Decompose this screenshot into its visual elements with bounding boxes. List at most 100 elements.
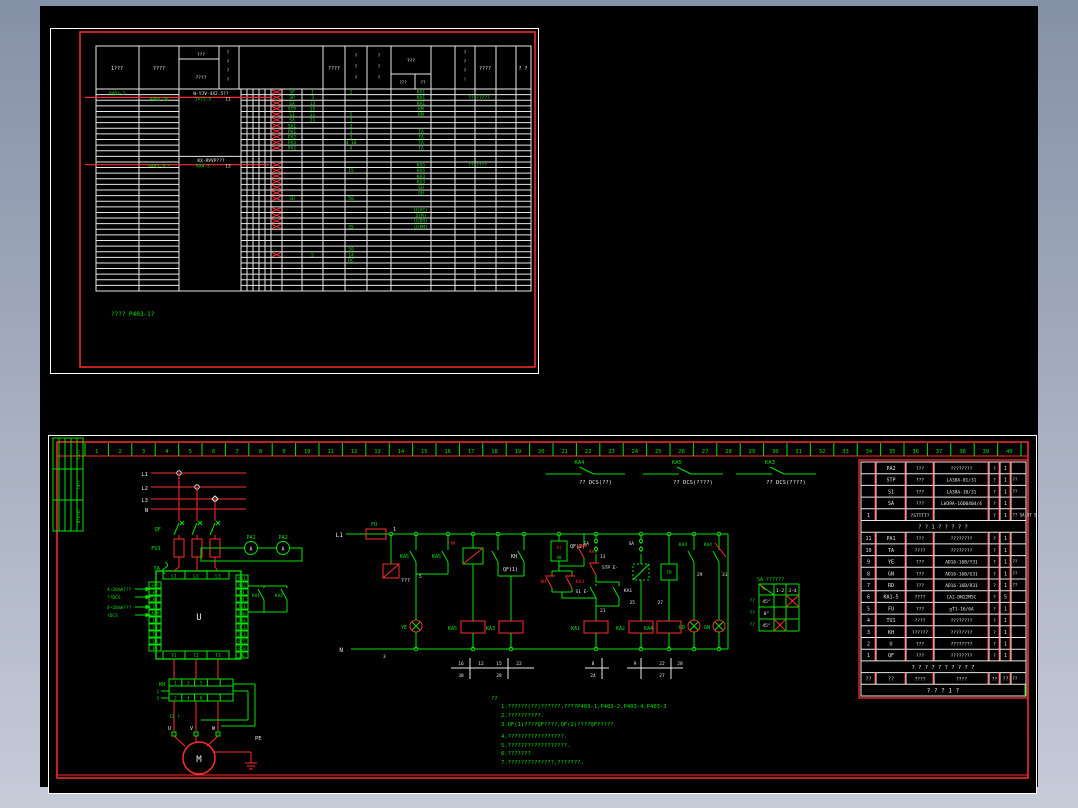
label-note: ?? DCS(????) — [766, 480, 806, 486]
label-name: ???? — [915, 618, 926, 624]
label-fu: FU1 — [151, 546, 161, 552]
label-1: ?4?? — [76, 480, 81, 490]
label-name: ?STTTT? — [911, 513, 930, 519]
label-0: 45° — [762, 599, 770, 605]
cad-line — [579, 466, 594, 475]
label-sym: S1 — [888, 489, 894, 495]
label-0: C1?? — [76, 449, 81, 459]
cad-line — [173, 522, 180, 536]
label-head: ?? — [491, 696, 498, 702]
cad-line — [209, 522, 216, 536]
label-m: 5 — [350, 112, 353, 118]
label-unit: ? — [993, 489, 996, 495]
label-no: 2 — [867, 642, 870, 648]
label-unit: ? — [993, 478, 996, 484]
label-h8b: ??? — [399, 80, 407, 85]
cad-rect — [498, 620, 524, 634]
label-1: ? — [227, 59, 230, 64]
terminal-diagram-panel: 1???????????????????????????????????????… — [50, 28, 539, 374]
label-m: 14 — [348, 252, 354, 258]
label-ka3c: KA3 — [486, 626, 495, 632]
label-model: LW39A-16D0404/4 — [941, 501, 982, 507]
label-24: 25 — [655, 449, 662, 455]
label-w: 3P — [289, 95, 295, 101]
label-0: L1 — [171, 574, 177, 580]
label-1: 22 — [516, 661, 522, 667]
label-0: 9 — [634, 661, 637, 667]
label-ka2: KA2 — [275, 593, 283, 599]
label-w: S1 — [289, 112, 295, 118]
label-d: U(AC) — [414, 207, 428, 213]
label-c1: 1-2 — [776, 588, 784, 594]
label-ka1c: KA1 — [571, 626, 580, 632]
label-sym: TA — [888, 548, 894, 554]
label-1: L2 — [193, 574, 199, 580]
label-model: LA38A-01/31 — [947, 478, 977, 484]
label-no: 6 — [867, 595, 870, 601]
label-ka1s: KA1 — [624, 588, 632, 594]
label-note: ?? — [1013, 559, 1018, 564]
label-sym: FU — [888, 606, 894, 612]
label-model: AD16-16B/R31 — [945, 583, 978, 589]
label-w: STP — [288, 106, 296, 112]
schematic-svg: 1 2 3 4 5 6 7 8 9 10 11 12 13 14 15 16 17 18 19 20 21 22 23 24 2… — [52, 437, 1036, 779]
label-sym: RD — [888, 583, 894, 589]
label-no: 11 — [865, 536, 871, 542]
label-motor: M — [196, 755, 202, 765]
label-title: SA ?????? — [757, 577, 784, 583]
label-model: ???? — [956, 677, 967, 683]
cad-line — [676, 466, 692, 475]
cad-line — [517, 550, 525, 563]
label-m: 50 — [348, 247, 354, 253]
label-note: ?? — [1013, 477, 1018, 482]
label-no: 8 — [867, 571, 870, 577]
label-u: U — [196, 613, 201, 623]
label-sym: PA1 — [886, 536, 895, 542]
label-n: 5 — [311, 252, 314, 258]
label-h2: ???? — [153, 66, 165, 72]
label-7: 8 — [259, 449, 262, 455]
label-3: 4.?????????????????. — [501, 734, 567, 740]
label-model: AD16-16B/G31 — [945, 571, 978, 577]
label-2: 27 — [659, 673, 665, 679]
label-tm: TM — [667, 570, 672, 575]
label-h10: ???? — [479, 66, 491, 72]
cad-line — [565, 576, 573, 589]
label-pa2: PA2 — [278, 535, 287, 541]
label-qty: 1 — [1004, 642, 1007, 648]
label-m1: A — [249, 547, 252, 553]
label-2: 3 — [142, 449, 145, 455]
label-m: 15 — [348, 168, 354, 174]
label-0: U — [168, 726, 171, 732]
label-note: ?? — [1013, 583, 1018, 588]
label-name: ??? — [916, 653, 924, 659]
label-model: CA2-DN22M5C — [947, 595, 977, 601]
label-r: ???????? — [468, 95, 490, 101]
label-sym: SA — [888, 501, 894, 507]
label-6: TH — [153, 625, 158, 630]
label-model: LA38A-10/31 — [947, 489, 977, 495]
label-t12: 12 ? — [169, 714, 180, 720]
label-name: ??? — [916, 466, 924, 472]
label-d: KM — [418, 106, 424, 112]
label-qty: 1 — [1004, 560, 1007, 566]
label-spec: KX-RVVP??? — [197, 158, 224, 164]
label-6: 7.??????????????,???????, — [501, 760, 584, 766]
cad-rect — [173, 538, 185, 558]
label-11: 12 — [351, 449, 358, 455]
label-model: ???????? — [951, 548, 973, 554]
label-d: KA1 — [417, 90, 425, 96]
label-1: ??DCS — [107, 595, 121, 601]
label-32: 33 — [842, 449, 849, 455]
label-7: TA — [153, 632, 158, 637]
label-2: 4?0?4? — [76, 508, 81, 523]
label-model: ???????? — [951, 642, 973, 648]
cad-circle — [638, 546, 644, 552]
label-span1: ? ? 1 ? ? ? ? ? — [918, 525, 968, 531]
label-m: 3 — [350, 134, 353, 140]
label-unit: ? — [993, 501, 996, 507]
label-w25: 25 — [630, 600, 636, 606]
label-note: ?? — [1013, 676, 1018, 681]
cad-line — [714, 542, 727, 558]
label-28: 29 — [749, 449, 756, 455]
